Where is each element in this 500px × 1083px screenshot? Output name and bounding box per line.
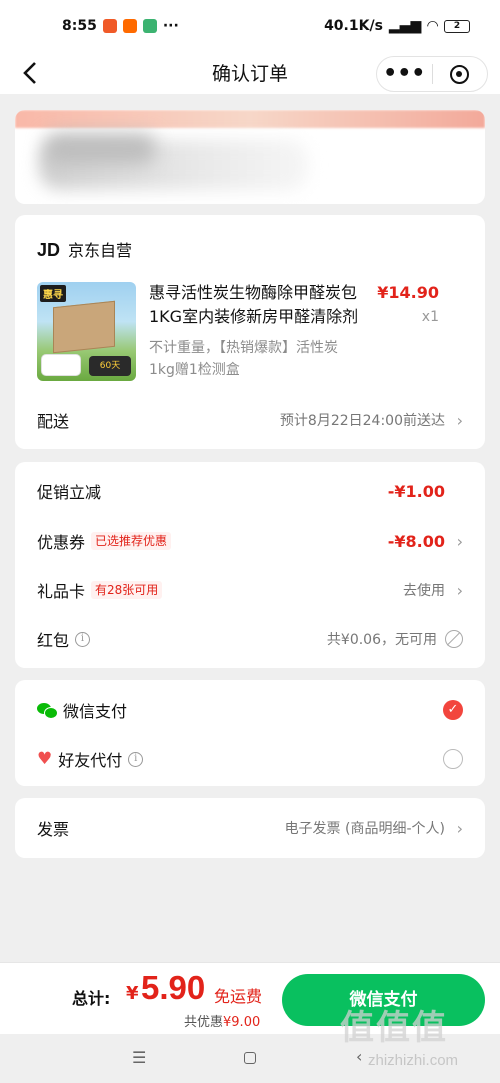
menu-icon[interactable]: ☰: [132, 1048, 146, 1067]
promo-right: -¥1.00: [388, 482, 463, 501]
heart-icon: ♥: [37, 749, 53, 769]
info-icon[interactable]: i: [75, 631, 91, 647]
signal-icon: ▂▄▆: [388, 18, 422, 34]
giftcard-value: 去使用: [403, 583, 445, 599]
watermark-url: zhizhizhi.com: [368, 1052, 459, 1069]
total-label: 总计:: [72, 989, 111, 1008]
giftcard-label: 礼品卡: [37, 582, 86, 601]
giftcard-row[interactable]: 礼品卡 有28张可用 去使用 ›: [37, 577, 463, 603]
info-icon[interactable]: i: [128, 751, 144, 767]
giftcard-tag: 有28张可用: [91, 581, 163, 599]
radio-checked-icon[interactable]: ✓: [443, 700, 463, 720]
thumb-brand-tag: 惠寻: [40, 285, 66, 302]
friend-pay-label: 好友代付: [58, 751, 123, 770]
coupon-right: -¥8.00 ›: [388, 532, 463, 551]
total-amount: 5.90: [141, 969, 206, 1006]
jd-logo: JD: [37, 240, 61, 260]
target-icon: [450, 64, 470, 84]
chevron-right-icon: ›: [456, 580, 463, 600]
home-icon[interactable]: [244, 1052, 256, 1064]
coupon-tag: 已选推荐优惠: [91, 532, 172, 550]
invoice-right: 电子发票 (商品明细-个人) ›: [285, 818, 463, 838]
delivery-value: 预计8月22日24:00前送达: [279, 413, 445, 429]
friend-pay-label-group: ♥ 好友代付 i: [37, 747, 144, 771]
invoice-label: 发票: [37, 820, 70, 839]
redpacket-row: 红包 i 共¥0.06，无可用: [37, 626, 463, 652]
address-stripe: [15, 110, 485, 128]
thumb-box-image: [53, 300, 115, 354]
battery-icon: 2: [444, 19, 470, 33]
saved-prefix: 共优惠: [184, 1015, 224, 1030]
app-notification-icon: [102, 19, 117, 33]
address-card[interactable]: [15, 110, 485, 204]
back-icon[interactable]: ‹: [356, 1047, 362, 1066]
saved-amount: ¥9.00: [223, 1015, 261, 1030]
total-currency: ¥: [126, 983, 139, 1004]
delivery-label: 配送: [37, 412, 70, 431]
payment-card: 微信支付 ✓ ♥ 好友代付 i: [15, 680, 485, 786]
giftcard-right: 去使用 ›: [403, 580, 463, 600]
saved-amount-line: 共优惠¥9.00: [184, 1011, 260, 1030]
wechat-pay-label-group: 微信支付: [37, 698, 127, 722]
discount-card: 促销立减 -¥1.00 优惠券 已选推荐优惠 -¥8.00 › 礼品卡 有28张…: [15, 462, 485, 668]
delivery-right: 预计8月22日24:00前送达 ›: [280, 410, 463, 430]
status-bar-left: 8:55 ···: [62, 18, 179, 34]
network-speed: 40.1K/s: [324, 18, 383, 34]
miniprogram-capsule: •••: [376, 56, 488, 92]
invoice-card[interactable]: 发票 电子发票 (商品明细-个人) ›: [15, 798, 485, 858]
status-more: ···: [162, 18, 179, 34]
nav-bar: 确认订单 •••: [0, 52, 500, 94]
product-spec: 不计重量，【热销爆款】活性炭1kg赠1检测盒: [149, 340, 338, 378]
chevron-right-icon: ›: [456, 531, 463, 551]
delivery-row[interactable]: 配送 预计8月22日24:00前送达 ›: [37, 407, 463, 433]
product-card: JD 京东自营 惠寻 60天 惠寻活性炭生物酶除甲醛炭包1KG室内装修新房甲醛清…: [15, 215, 485, 449]
close-miniprogram-button[interactable]: [432, 64, 487, 84]
watermark-logo: 值值值: [340, 1008, 448, 1048]
thumb-badge: 60天: [89, 356, 131, 376]
coupon-label-group: 优惠券 已选推荐优惠: [37, 529, 172, 553]
product-title[interactable]: 惠寻活性炭生物酶除甲醛炭包1KG室内装修新房甲醛清除剂: [149, 281, 359, 329]
redpacket-right: 共¥0.06，无可用: [327, 629, 463, 649]
more-icon[interactable]: •••: [377, 63, 432, 85]
invoice-value: 电子发票 (商品明细-个人): [284, 821, 445, 837]
wechat-pay-option[interactable]: 微信支付 ✓: [37, 697, 463, 723]
unavailable-icon: [445, 630, 463, 648]
wifi-icon: ◠: [427, 18, 438, 34]
friend-pay-option[interactable]: ♥ 好友代付 i: [37, 746, 463, 772]
chevron-right-icon: ›: [456, 818, 463, 838]
shop-header: JD 京东自营: [37, 237, 132, 261]
shop-name: 京东自营: [68, 241, 133, 260]
wechat-pay-label: 微信支付: [63, 702, 128, 721]
redpacket-value: 共¥0.06，无可用: [326, 632, 437, 648]
status-time: 8:55: [62, 18, 97, 34]
mi-app-icon: [122, 19, 137, 33]
product-quantity: x1: [421, 309, 439, 325]
address-blurred-name: [45, 134, 155, 164]
redpacket-label-group: 红包 i: [37, 627, 91, 651]
promo-label: 促销立减: [37, 483, 102, 502]
coupon-row[interactable]: 优惠券 已选推荐优惠 -¥8.00 ›: [37, 528, 463, 554]
status-bar-right: 40.1K/s ▂▄▆ ◠ 2: [324, 18, 470, 34]
promo-value: -¥1.00: [387, 481, 445, 501]
status-bar: 8:55 ··· 40.1K/s ▂▄▆ ◠ 2: [0, 0, 500, 52]
wechat-icon: [37, 702, 58, 719]
chevron-right-icon: ›: [456, 410, 463, 430]
radio-unchecked-icon[interactable]: [443, 749, 463, 769]
invoice-row[interactable]: 发票 电子发票 (商品明细-个人) ›: [37, 815, 463, 841]
tool-app-icon: [142, 19, 157, 33]
redpacket-label: 红包: [37, 631, 70, 650]
coupon-label: 优惠券: [37, 533, 86, 552]
thumb-bubble: [41, 354, 81, 376]
product-thumbnail[interactable]: 惠寻 60天: [37, 282, 136, 381]
promo-row: 促销立减 -¥1.00: [37, 478, 463, 504]
giftcard-label-group: 礼品卡 有28张可用: [37, 578, 163, 602]
product-price: ¥14.90: [377, 283, 439, 302]
free-shipping-label: 免运费: [214, 987, 263, 1006]
coupon-value: -¥8.00: [387, 531, 445, 551]
